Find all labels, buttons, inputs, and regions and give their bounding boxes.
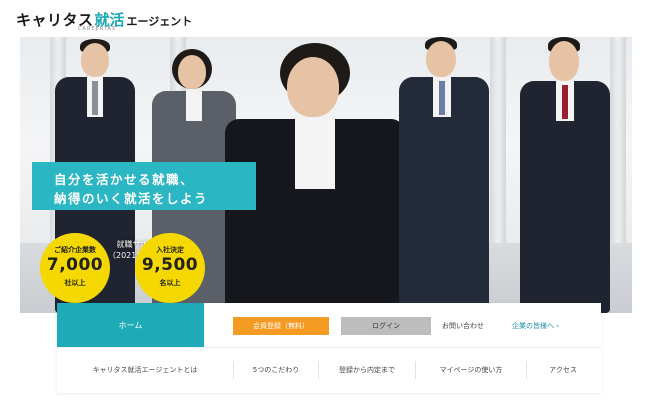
hero-headline-line2: 納得のいく就活をしよう — [54, 191, 209, 206]
menu-item-access[interactable]: アクセス — [527, 365, 599, 375]
logo-subtext: CAREERTAS — [78, 26, 117, 32]
stat-value: 7,000 — [46, 255, 104, 275]
menu-item-commitments[interactable]: 5つのこだわり — [234, 365, 318, 375]
stat-label: 入社決定 — [156, 246, 184, 254]
company-link[interactable]: 企業の皆様へ › — [512, 321, 559, 331]
stat-unit: 社以上 — [64, 279, 86, 287]
login-button[interactable]: ログイン — [341, 317, 431, 335]
stat-label: ご紹介企業数 — [54, 246, 96, 254]
hero-headline-banner: 自分を活かせる就職、 納得のいく就活をしよう — [32, 162, 256, 210]
member-register-button[interactable]: 会員登録（無料） — [233, 317, 329, 335]
sub-menu: キャリタス就活エージェントとは 5つのこだわり 登録から内定まで マイページの使… — [57, 353, 601, 387]
menu-item-mypage[interactable]: マイページの使い方 — [416, 365, 526, 375]
logo-brand-suffix: エージェント — [126, 15, 193, 28]
hero-headline-line1: 自分を活かせる就職、 — [54, 172, 195, 187]
stat-value: 9,500 — [141, 255, 199, 275]
contact-link[interactable]: お問い合わせ — [442, 321, 484, 331]
menu-item-process[interactable]: 登録から内定まで — [319, 365, 415, 375]
main-navigation: ホーム 会員登録（無料） ログイン お問い合わせ 企業の皆様へ › キャリタス就… — [57, 303, 601, 393]
site-logo[interactable]: キャリタス 就活 エージェント CAREERTAS — [16, 6, 193, 32]
stat-circle-hires: 入社決定 9,500 名以上 — [135, 233, 205, 303]
stat-unit: 名以上 — [159, 279, 181, 287]
hero-image: 自分を活かせる就職、 納得のいく就活をしよう 就職サポート実績 （2021年 1… — [20, 37, 632, 313]
stat-circle-companies: ご紹介企業数 7,000 社以上 — [40, 233, 110, 303]
nav-divider — [57, 347, 601, 348]
nav-home-tab[interactable]: ホーム — [57, 303, 204, 347]
menu-item-about[interactable]: キャリタス就活エージェントとは — [57, 365, 233, 375]
